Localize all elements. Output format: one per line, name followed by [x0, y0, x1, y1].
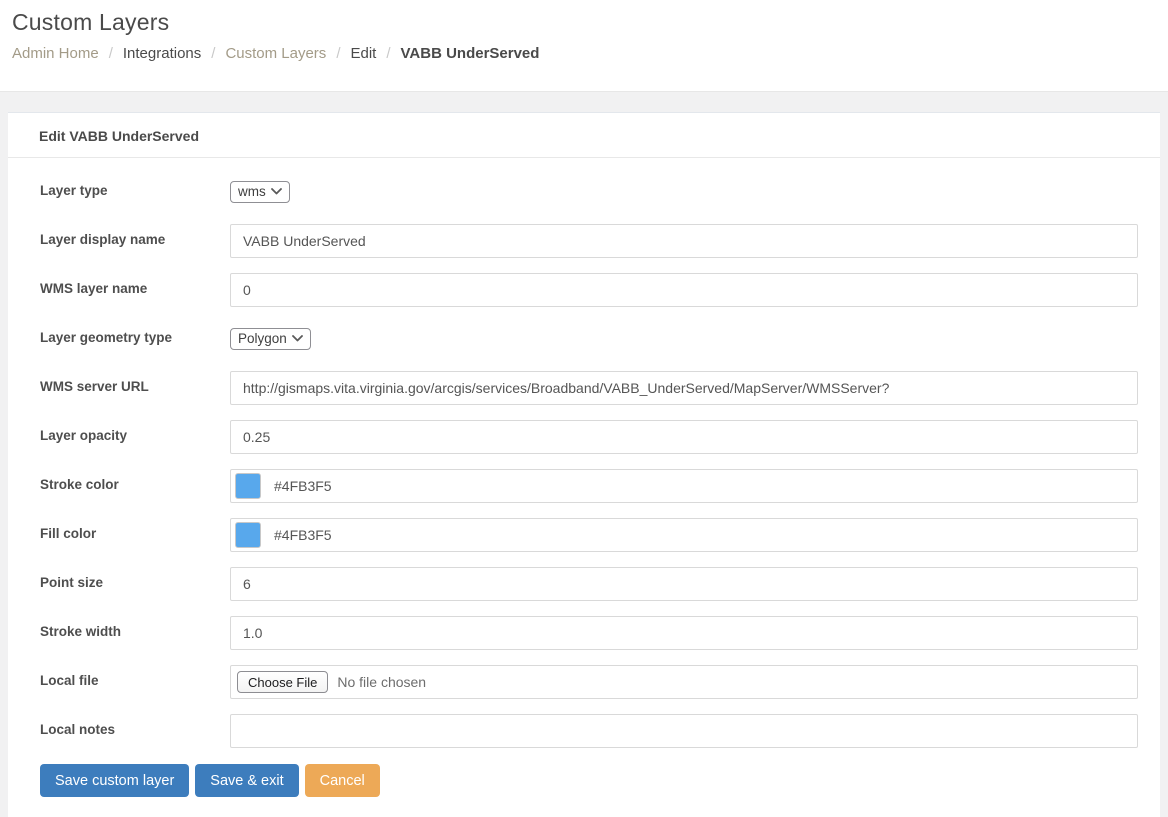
local-file-input[interactable]: Choose File No file chosen [230, 665, 1138, 699]
cancel-button[interactable]: Cancel [304, 764, 380, 797]
breadcrumb-separator: / [211, 45, 216, 62]
stroke-width-input[interactable] [230, 616, 1138, 650]
action-buttons: Save custom layer Save & exit Cancel [40, 764, 1138, 797]
form-row-layer-geometry-type: Layer geometry type Polygon [40, 322, 1138, 356]
form-row-point-size: Point size [40, 567, 1138, 601]
layer-opacity-control [230, 420, 1138, 454]
stroke-width-label: Stroke width [40, 624, 122, 639]
layer-geometry-type-select[interactable]: Polygon [230, 328, 311, 350]
page-header: Custom Layers Admin Home / Integrations … [0, 0, 1168, 92]
layer-geometry-type-label: Layer geometry type [40, 330, 173, 345]
fill-color-swatch[interactable] [235, 522, 261, 548]
fill-color-control [230, 518, 1138, 552]
breadcrumb-integrations: Integrations [122, 45, 202, 62]
form-row-layer-type: Layer type wms [40, 175, 1138, 209]
choose-file-button[interactable]: Choose File [237, 671, 329, 693]
layer-geometry-type-select-value: Polygon [238, 331, 287, 346]
local-notes-control [230, 714, 1138, 748]
form-row-stroke-width: Stroke width [40, 616, 1138, 650]
point-size-label: Point size [40, 575, 104, 590]
edit-layer-panel: Edit VABB UnderServed Layer type wms Lay… [8, 112, 1160, 817]
wms-server-url-input[interactable] [230, 371, 1138, 405]
form-row-fill-color: Fill color [40, 518, 1138, 552]
local-notes-input[interactable] [230, 714, 1138, 748]
stroke-color-input[interactable] [230, 469, 1138, 503]
layer-display-name-label: Layer display name [40, 232, 166, 247]
wms-layer-name-control [230, 273, 1138, 307]
save-custom-layer-button[interactable]: Save custom layer [40, 764, 190, 797]
local-notes-label: Local notes [40, 722, 116, 737]
stroke-color-control [230, 469, 1138, 503]
layer-display-name-input[interactable] [230, 224, 1138, 258]
local-file-label: Local file [40, 673, 99, 688]
form-row-local-file: Local file Choose File No file chosen [40, 665, 1138, 699]
breadcrumb-admin-home[interactable]: Admin Home [12, 45, 99, 62]
point-size-input[interactable] [230, 567, 1138, 601]
form-row-wms-server-url: WMS server URL [40, 371, 1138, 405]
wms-server-url-label: WMS server URL [40, 379, 149, 394]
layer-opacity-input[interactable] [230, 420, 1138, 454]
stroke-width-control [230, 616, 1138, 650]
fill-color-input[interactable] [230, 518, 1138, 552]
fill-color-label: Fill color [40, 526, 97, 541]
form-row-layer-opacity: Layer opacity [40, 420, 1138, 454]
form-row-local-notes: Local notes [40, 714, 1138, 748]
point-size-control [230, 567, 1138, 601]
panel-heading: Edit VABB UnderServed [8, 113, 1160, 158]
save-and-exit-button[interactable]: Save & exit [195, 764, 299, 797]
panel-body: Layer type wms Layer display name WMS la… [8, 158, 1160, 817]
layer-display-name-control [230, 224, 1138, 258]
form-row-stroke-color: Stroke color [40, 469, 1138, 503]
chevron-down-icon [270, 188, 282, 195]
layer-geometry-type-control: Polygon [230, 322, 1138, 356]
layer-type-select[interactable]: wms [230, 181, 290, 203]
layer-type-select-value: wms [238, 184, 266, 199]
stroke-color-swatch[interactable] [235, 473, 261, 499]
page-title: Custom Layers [12, 9, 170, 35]
chevron-down-icon [291, 335, 303, 342]
form-row-wms-layer-name: WMS layer name [40, 273, 1138, 307]
form-row-layer-display-name: Layer display name [40, 224, 1138, 258]
local-file-control: Choose File No file chosen [230, 665, 1138, 699]
breadcrumb-custom-layers[interactable]: Custom Layers [225, 45, 326, 62]
breadcrumb-separator: / [336, 45, 341, 62]
breadcrumb-separator: / [386, 45, 391, 62]
wms-server-url-control [230, 371, 1138, 405]
layer-type-label: Layer type [40, 183, 108, 198]
breadcrumb-edit: Edit [350, 45, 377, 62]
file-status-text: No file chosen [337, 674, 427, 690]
layer-type-control: wms [230, 175, 1138, 209]
stroke-color-label: Stroke color [40, 477, 119, 492]
layer-opacity-label: Layer opacity [40, 428, 128, 443]
breadcrumb-separator: / [108, 45, 113, 62]
wms-layer-name-label: WMS layer name [40, 281, 148, 296]
breadcrumb: Admin Home / Integrations / Custom Layer… [12, 45, 1156, 62]
wms-layer-name-input[interactable] [230, 273, 1138, 307]
breadcrumb-current-item: VABB UnderServed [400, 45, 540, 62]
